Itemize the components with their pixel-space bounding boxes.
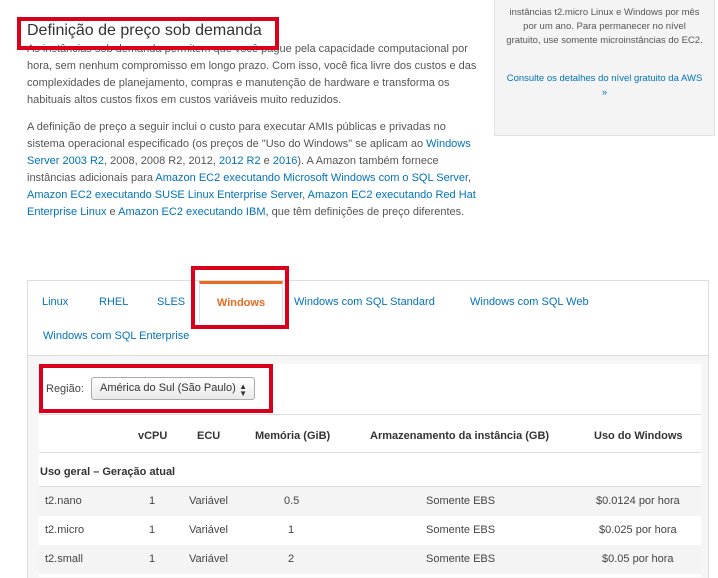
ec2-suse-link[interactable]: Amazon EC2 executando SUSE Linux Enterpr…: [27, 189, 302, 201]
table-row: t2.micro 1 Variável 1 Somente EBS $0.025…: [39, 516, 701, 545]
instance-type: t2.nano: [45, 495, 82, 507]
tab-rhel[interactable]: RHEL: [99, 296, 128, 308]
table-row: t2.small 1 Variável 2 Somente EBS $0.05 …: [39, 545, 701, 574]
price-value: $0.0124 por hora: [596, 495, 680, 507]
text-segment: , 2008, 2008 R2, 2012,: [104, 155, 220, 167]
free-tier-box: instâncias t2.micro Linux e Windows por …: [494, 0, 715, 136]
tab-linux[interactable]: Linux: [42, 296, 68, 308]
vcpu-value: 1: [149, 553, 156, 565]
instance-type: t2.small: [45, 553, 83, 565]
storage-value: Somente EBS: [426, 553, 496, 565]
intro-paragraph: As instâncias sob demanda permitem que v…: [27, 43, 477, 106]
region-label: Região:: [46, 383, 84, 395]
tab-windows-sql-enterprise[interactable]: Windows com SQL Enterprise: [43, 330, 189, 342]
ecu-value: Variável: [189, 553, 228, 565]
col-header-ecu: ECU: [197, 430, 221, 442]
table-row: t2.nano 1 Variável 0.5 Somente EBS $0.01…: [39, 487, 701, 516]
ec2-ibm-link[interactable]: Amazon EC2 executando IBM: [118, 206, 265, 218]
col-header-windows-usage: Uso do Windows: [594, 430, 683, 442]
vcpu-value: 1: [149, 524, 156, 536]
text-segment: e: [260, 155, 273, 167]
storage-value: Somente EBS: [426, 495, 496, 507]
vcpu-value: 1: [149, 495, 156, 507]
ecu-value: Variável: [189, 495, 228, 507]
select-arrows-icon: ▲ ▼: [239, 382, 247, 398]
text-segment: , que têm definições de preço diferentes…: [265, 206, 465, 218]
os-tab-bar: [27, 280, 709, 356]
windows-2012r2-link[interactable]: 2012 R2: [219, 155, 261, 167]
memory-value: 1: [288, 524, 295, 536]
memory-value: 0.5: [284, 495, 300, 507]
divider: [39, 452, 701, 453]
instance-type: t2.micro: [45, 524, 85, 536]
ec2-sql-server-link[interactable]: Amazon EC2 executando Microsoft Windows …: [155, 172, 468, 184]
price-value: $0.025 por hora: [599, 524, 677, 536]
col-header-storage: Armazenamento da instância (GB): [370, 430, 550, 442]
col-header-memory: Memória (GiB): [255, 430, 331, 442]
free-tier-text: instâncias t2.micro Linux e Windows por …: [506, 7, 703, 46]
tab-windows[interactable]: Windows: [199, 281, 283, 323]
page-title: Definição de preço sob demanda: [27, 22, 262, 39]
region-select[interactable]: América do Sul (São Paulo) ▲ ▼: [91, 377, 255, 400]
col-header-vcpu: vCPU: [138, 430, 168, 442]
divider: [39, 414, 701, 415]
section-heading: Uso geral – Geração atual: [40, 466, 176, 478]
free-tier-details-link[interactable]: Consulte os detalhes do nível gratuito d…: [505, 72, 704, 100]
windows-2016-link[interactable]: 2016: [273, 155, 297, 167]
tab-sles[interactable]: SLES: [157, 296, 185, 308]
ecu-value: Variável: [189, 524, 228, 536]
memory-value: 2: [288, 553, 295, 565]
text-segment: A definição de preço a seguir inclui o c…: [27, 121, 446, 150]
tab-windows-sql-web[interactable]: Windows com SQL Web: [470, 296, 589, 308]
text-segment: ,: [468, 172, 472, 184]
pricing-description: A definição de preço a seguir inclui o c…: [27, 119, 477, 221]
text-segment: e: [106, 206, 119, 218]
storage-value: Somente EBS: [426, 524, 496, 536]
price-value: $0.05 por hora: [602, 553, 674, 565]
tab-windows-sql-standard[interactable]: Windows com SQL Standard: [294, 296, 435, 308]
region-selected-value: América do Sul (São Paulo): [100, 382, 236, 394]
